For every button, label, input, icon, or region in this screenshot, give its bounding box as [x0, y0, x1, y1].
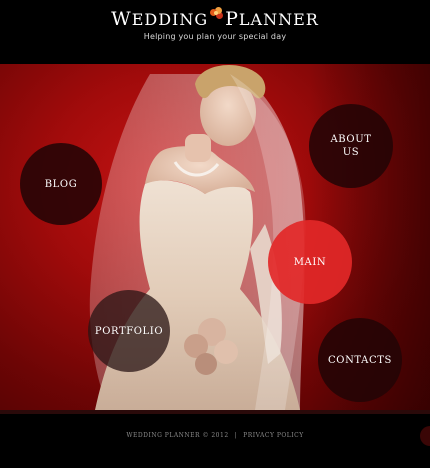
nav-blog-label: BLOG	[44, 178, 78, 190]
nav-portfolio-label: PORTFOLIO	[94, 325, 164, 337]
nav-contacts-button[interactable]: CONTACTS	[318, 318, 402, 402]
nav-about-label: ABOUT US	[330, 133, 371, 159]
nav-contacts-label: CONTACTS	[328, 354, 392, 366]
footer-separator: |	[234, 432, 238, 439]
tagline: Helping you plan your special day	[143, 32, 287, 41]
footer-divider	[0, 410, 430, 414]
nav-about-button[interactable]: ABOUT US	[309, 104, 393, 188]
footer-text: WEDDING PLANNER © 2012 | PRIVACY POLICY	[0, 432, 430, 439]
nav-main-button[interactable]: MAIN	[268, 220, 352, 304]
privacy-policy-link[interactable]: PRIVACY POLICY	[243, 432, 304, 439]
nav-blog-button[interactable]: BLOG	[20, 143, 102, 225]
logo-title: W EDDING P LANNER	[111, 8, 319, 30]
hero-stage: BLOG ABOUT US MAIN PORTFOLIO CONTACTS	[0, 64, 430, 410]
nav-portfolio-button[interactable]: PORTFOLIO	[88, 290, 170, 372]
logo[interactable]: W EDDING P LANNER Helping you plan your spe…	[0, 8, 430, 41]
flower-icon	[210, 7, 224, 19]
logo-letter-w: W	[111, 8, 132, 30]
copyright-text: WEDDING PLANNER © 2012	[126, 432, 229, 439]
nav-about-line2: US	[342, 147, 360, 158]
corner-toggle-button[interactable]	[420, 426, 430, 446]
logo-word-lanner: LANNER	[238, 9, 319, 29]
logo-letter-p: P	[225, 8, 239, 30]
site-header: W EDDING P LANNER Helping you plan your spe…	[0, 0, 430, 64]
site-footer: WEDDING PLANNER © 2012 | PRIVACY POLICY	[0, 410, 430, 468]
logo-word-edding: EDDING	[131, 9, 209, 29]
nav-main-label: MAIN	[293, 256, 327, 268]
nav-about-line1: ABOUT	[330, 134, 372, 145]
